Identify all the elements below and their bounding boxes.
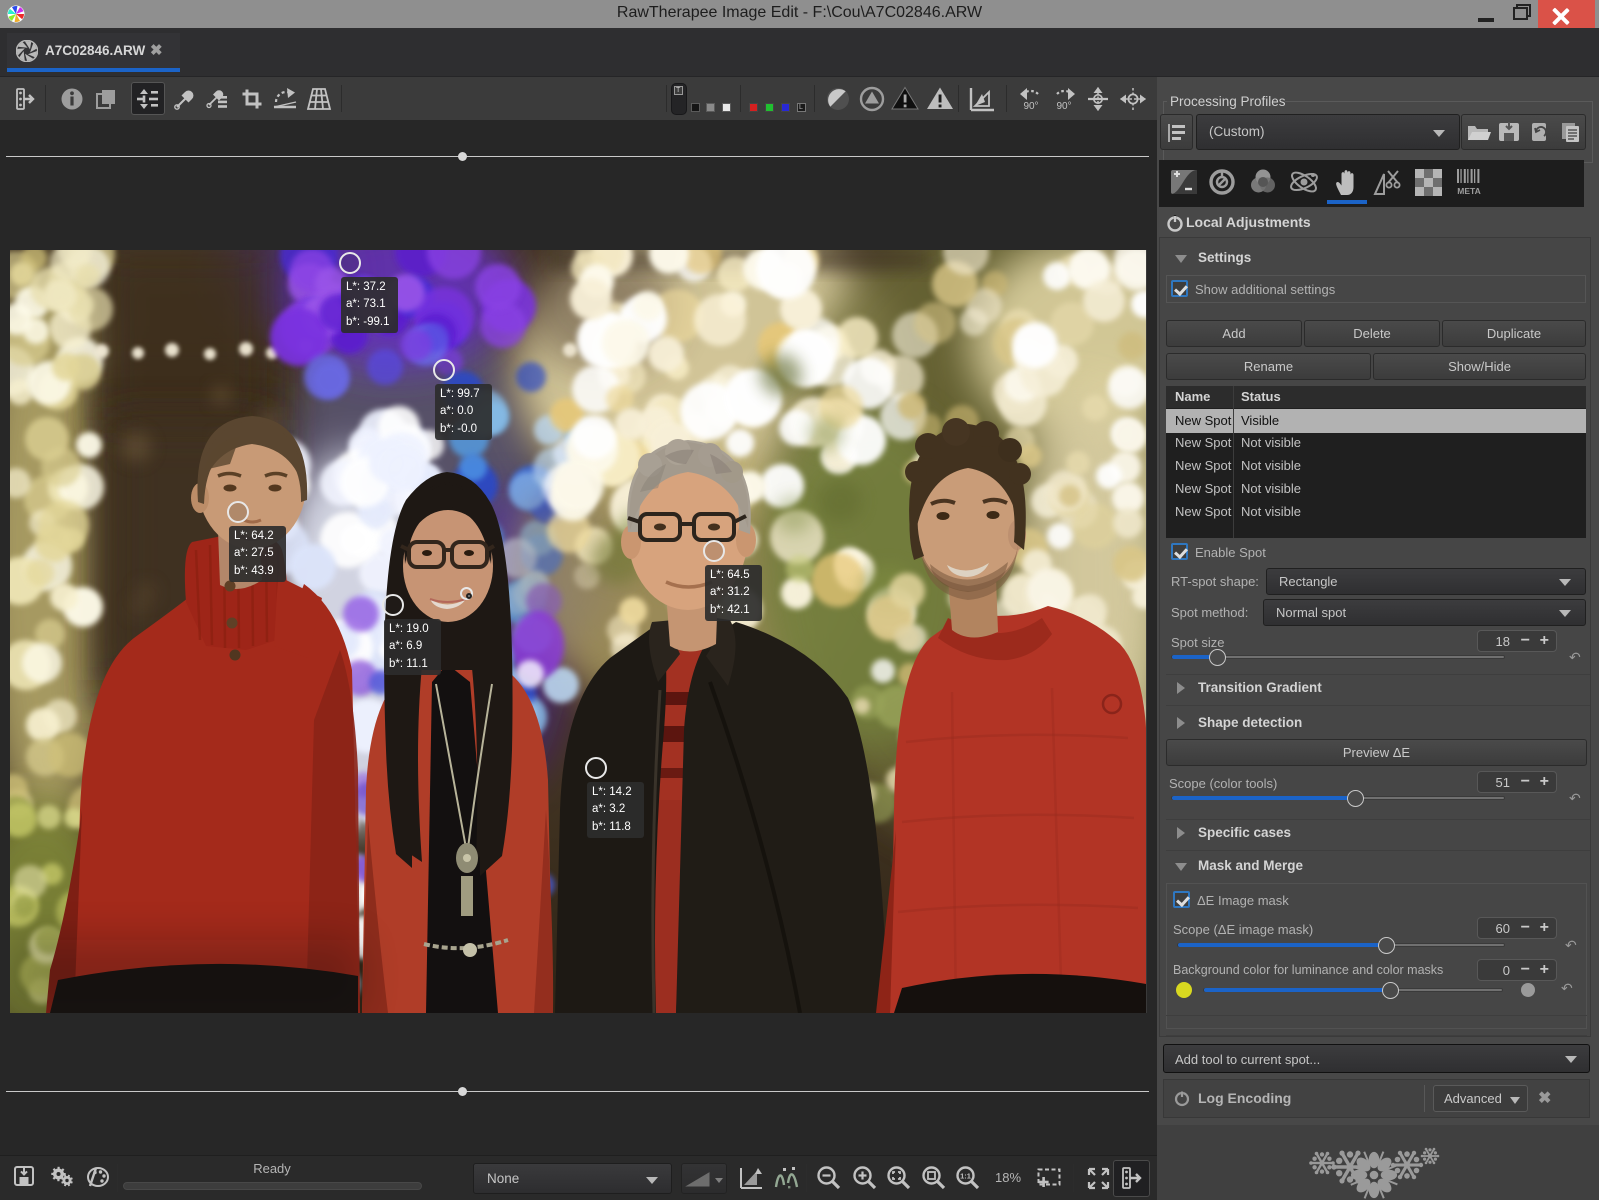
- svg-text:META: META: [1457, 186, 1480, 196]
- svg-text:90°: 90°: [1023, 101, 1038, 112]
- svg-text:90°: 90°: [1056, 101, 1071, 112]
- svg-text:1:1: 1:1: [960, 1172, 971, 1181]
